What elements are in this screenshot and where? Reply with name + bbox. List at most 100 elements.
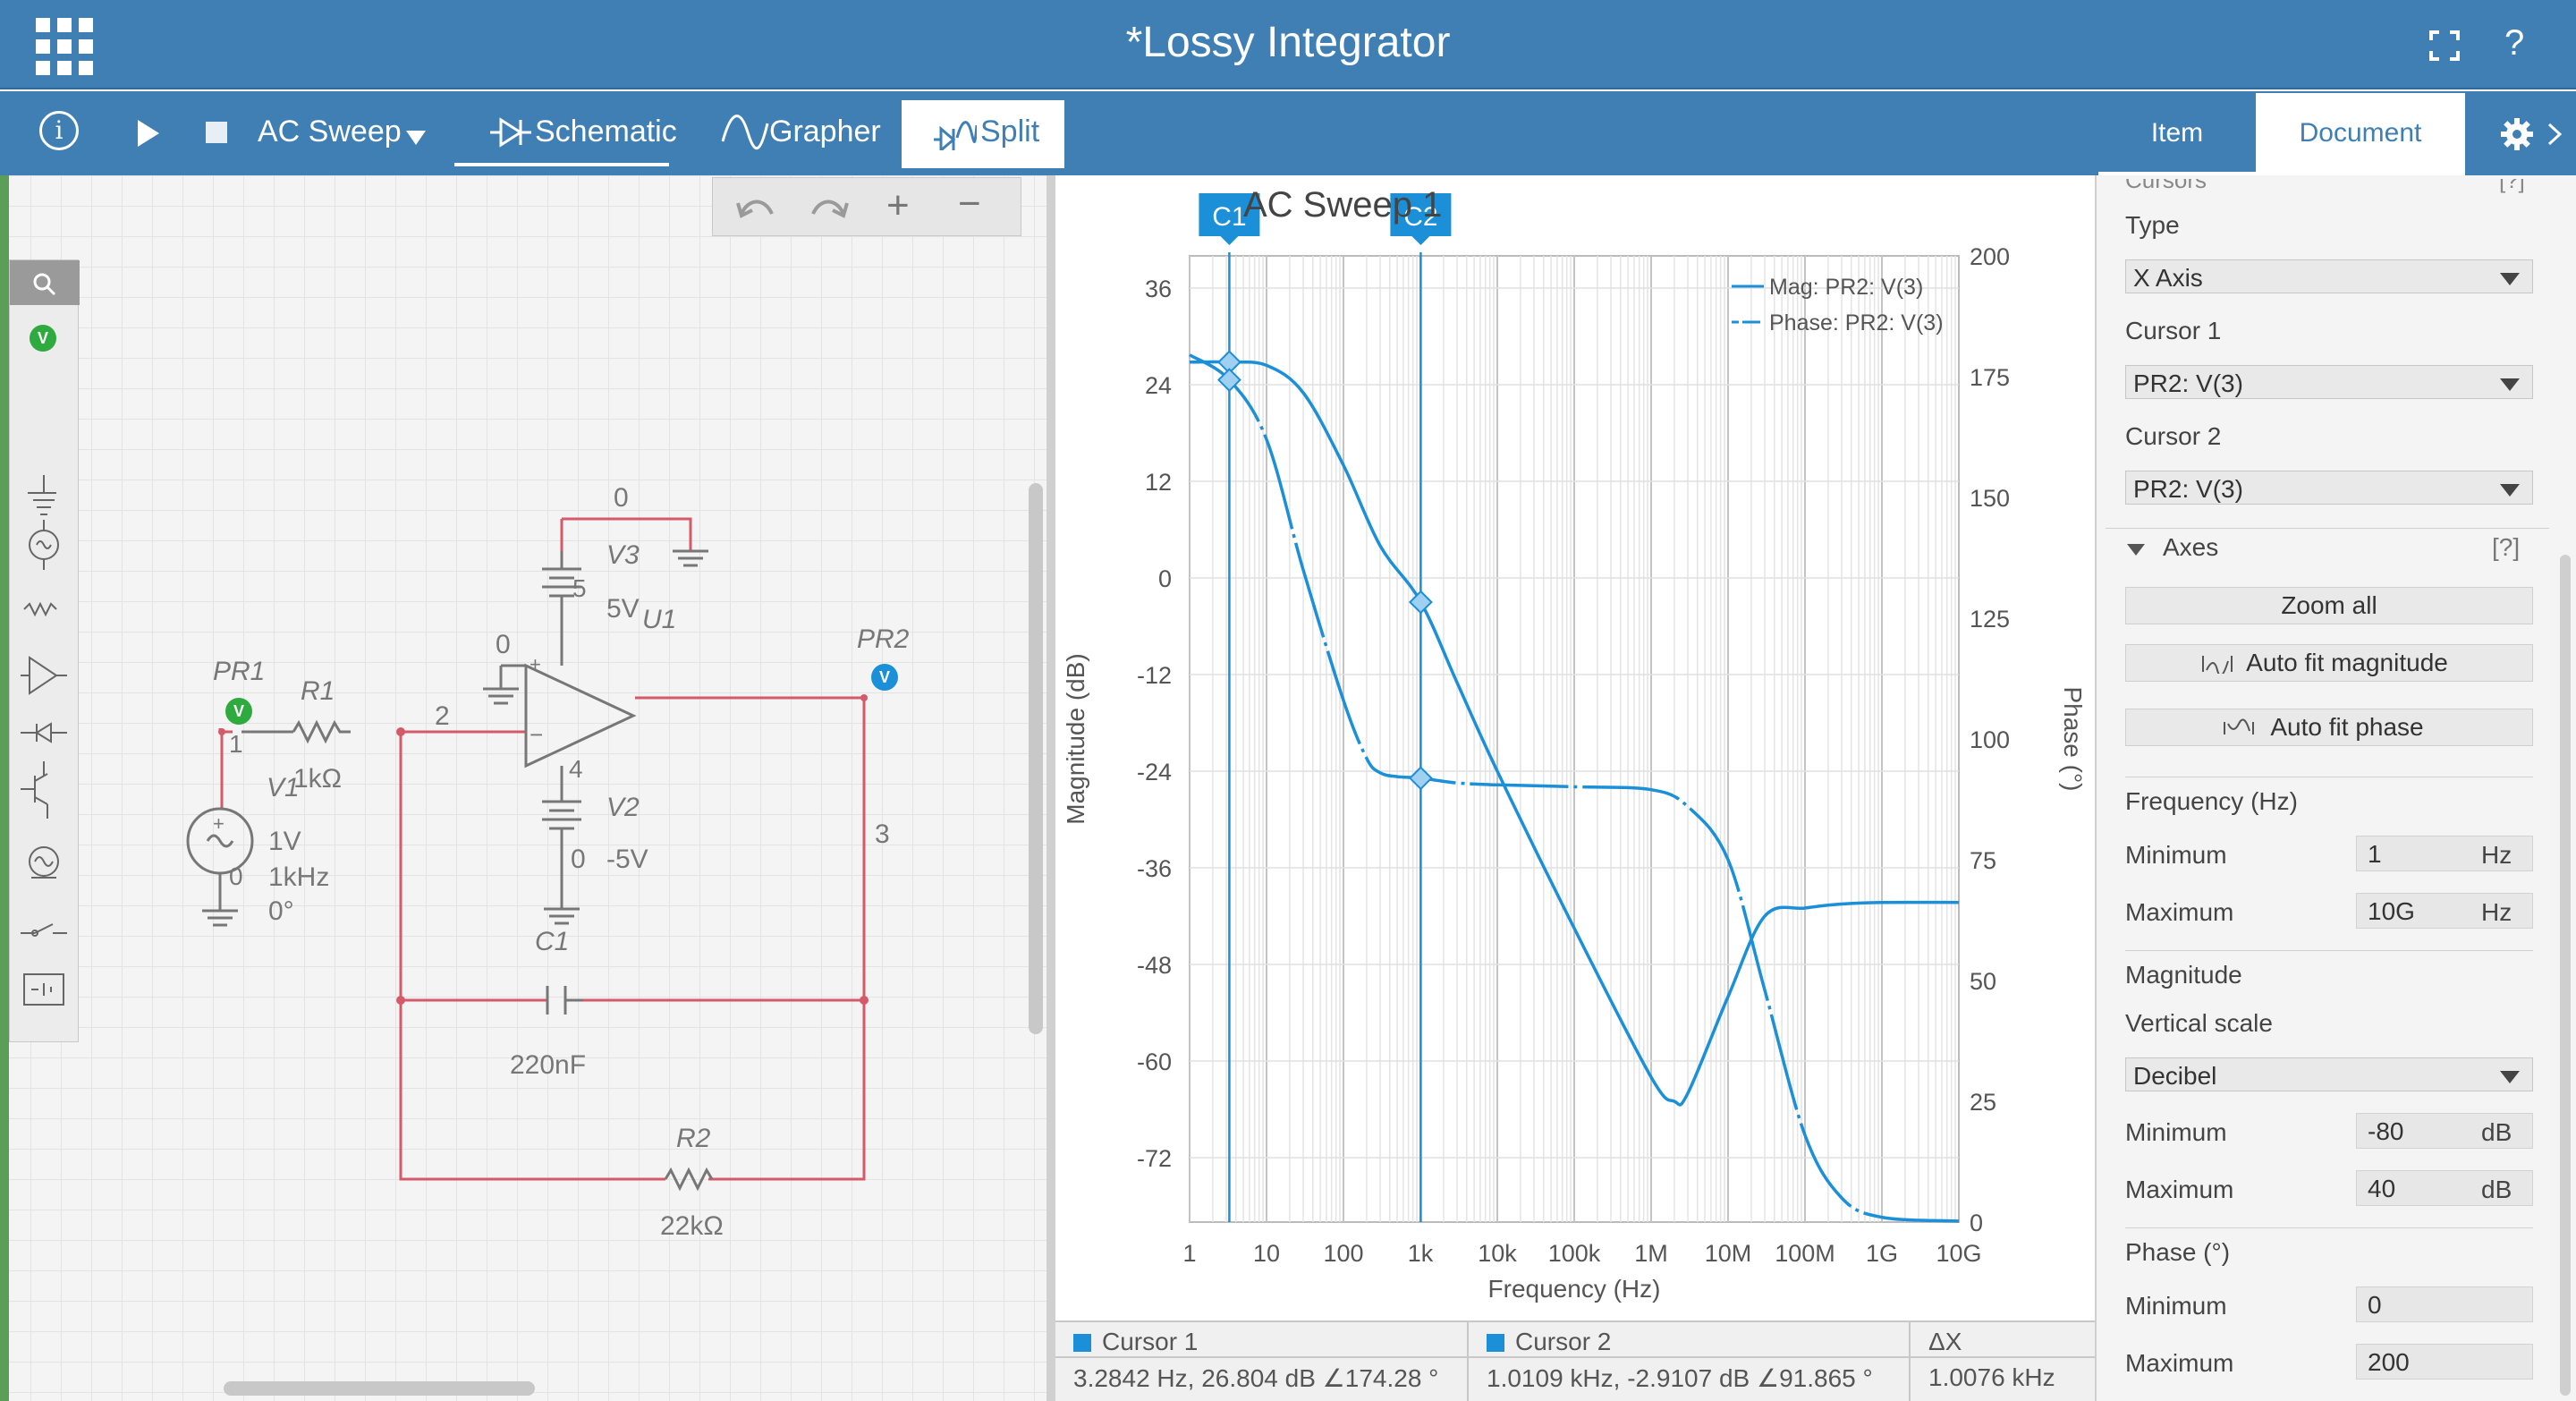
y-tick-label: -60 — [1137, 1049, 1172, 1075]
y-tick-label: -48 — [1137, 952, 1172, 979]
probe-pr1-marker[interactable]: V — [225, 698, 252, 725]
auto-fit-phase-icon — [2224, 718, 2254, 734]
legend-label: Mag: PR2: V(3) — [1769, 275, 1923, 300]
tab-document[interactable]: Document — [2256, 93, 2465, 175]
analysis-type-dropdown[interactable]: AC Sweep — [258, 115, 402, 149]
divider — [2125, 950, 2533, 951]
tab-item-label: Item — [2150, 118, 2204, 148]
play-icon[interactable] — [138, 120, 159, 147]
probe-pr2-marker[interactable]: V — [871, 664, 898, 691]
chevron-down-icon — [2500, 1071, 2520, 1083]
cursor1-select[interactable]: PR2: V(3) — [2125, 365, 2533, 399]
schematic-canvas[interactable] — [0, 175, 1046, 1401]
axes-help-link[interactable]: [?] — [2492, 533, 2520, 562]
phase-minimum-label: Minimum — [2125, 1292, 2227, 1320]
cursor1-header-label: Cursor 1 — [1102, 1328, 1199, 1355]
y-tick-label: 12 — [1145, 469, 1172, 496]
x-tick-label: 1k — [1408, 1240, 1434, 1267]
axes-section-header[interactable]: Axes — [2163, 533, 2218, 562]
edit-toolbar: + − — [712, 177, 1021, 236]
y-tick-label: -24 — [1137, 759, 1172, 785]
cursor2-select[interactable]: PR2: V(3) — [2125, 471, 2533, 505]
voltage-probe-tool-icon[interactable]: V — [30, 325, 56, 352]
stop-icon[interactable] — [206, 122, 227, 143]
zoom-all-button[interactable]: Zoom all — [2125, 587, 2533, 624]
chevron-right-icon[interactable] — [2546, 122, 2563, 147]
inspector-scrollbar[interactable] — [2560, 555, 2571, 1396]
y2-axis-label: Phase (°) — [2059, 686, 2087, 791]
split-divider[interactable] — [1046, 175, 1055, 1401]
zoom-in-button[interactable]: + — [886, 183, 910, 228]
delta-x-value: 1.0076 kHz — [1928, 1363, 2055, 1391]
magnitude-minimum-value: -80 — [2368, 1117, 2404, 1145]
cursor1-value: 3.2842 Hz, 26.804 dB ∠174.28 ° — [1073, 1364, 1439, 1392]
x-tick-label: 10M — [1705, 1240, 1752, 1267]
y-axis-label: Magnitude (dB) — [1062, 653, 1089, 824]
schematic-vertical-scrollbar[interactable] — [1029, 483, 1043, 1034]
chevron-down-icon — [2500, 484, 2520, 497]
grapher-tab-icon — [721, 115, 769, 150]
chart-title: AC Sweep 1 — [1243, 185, 1442, 225]
y2-tick-label: 25 — [1970, 1089, 1996, 1116]
x-tick-label: 100M — [1775, 1240, 1835, 1267]
undo-icon[interactable] — [736, 194, 777, 221]
delta-x-header: ΔX — [1928, 1328, 1962, 1355]
magnitude-maximum-label: Maximum — [2125, 1176, 2234, 1203]
cursor2-label: Cursor 2 — [2125, 422, 2222, 450]
vertical-scale-select[interactable]: Decibel — [2125, 1057, 2533, 1091]
auto-fit-phase-button[interactable]: Auto fit phase — [2125, 709, 2533, 746]
phase-section-label: Phase (°) — [2125, 1238, 2231, 1266]
y2-tick-label: 0 — [1970, 1210, 1983, 1236]
cursor1-header: Cursor 1 — [1073, 1328, 1198, 1356]
vertical-scale-label: Vertical scale — [2125, 1009, 2273, 1037]
y2-tick-label: 200 — [1970, 243, 2010, 270]
y2-tick-label: 50 — [1970, 968, 1996, 995]
frequency-maximum-label: Maximum — [2125, 898, 2234, 926]
title-bar: *Lossy Integrator ? — [0, 0, 2576, 89]
cursor2-header-label: Cursor 2 — [1515, 1328, 1612, 1355]
collapse-caret-icon[interactable] — [2127, 544, 2145, 556]
phase-maximum-input[interactable]: 200 — [2356, 1344, 2533, 1380]
type-select[interactable]: X Axis — [2125, 259, 2533, 293]
x-tick-label: 100 — [1323, 1240, 1363, 1267]
legend-label: Phase: PR2: V(3) — [1769, 310, 1944, 335]
tab-split[interactable]: Split — [902, 100, 1064, 168]
vertical-scale-value: Decibel — [2133, 1062, 2217, 1090]
schematic-horizontal-scrollbar[interactable] — [224, 1381, 535, 1396]
tab-item[interactable]: Item — [2098, 93, 2256, 175]
magnitude-maximum-value: 40 — [2368, 1175, 2396, 1202]
gear-icon[interactable] — [2499, 116, 2535, 152]
ac-sweep-chart[interactable]: C1 C2 1 10 100 1k 10k 100k 1M 10M 100M 1G 10G362412… — [1055, 175, 2095, 1320]
plot-pane: C1 C2 1 10 100 1k 10k 100k 1M 10M 100M 1G 10G 36 24 12… — [1055, 175, 2095, 1401]
schematic-tab-icon — [490, 117, 531, 148]
help-button[interactable]: ? — [2504, 23, 2524, 64]
table-divider — [1909, 1322, 1911, 1401]
info-icon[interactable]: i — [39, 111, 79, 150]
y-tick-label: -12 — [1137, 662, 1172, 689]
x-tick-label: 10 — [1253, 1240, 1280, 1267]
fullscreen-icon[interactable] — [2429, 30, 2460, 61]
cursor2-swatch — [1487, 1334, 1504, 1352]
auto-fit-magnitude-button[interactable]: Auto fit magnitude — [2125, 644, 2533, 682]
redo-icon[interactable] — [808, 194, 849, 221]
zoom-out-button[interactable]: − — [958, 182, 981, 226]
x-tick-label: 100k — [1548, 1240, 1601, 1267]
phase-minimum-value: 0 — [2368, 1291, 2382, 1319]
chevron-down-icon[interactable] — [406, 131, 426, 145]
tab-schematic[interactable]: Schematic — [535, 115, 677, 149]
cursor-flag-label: C1 — [1212, 202, 1246, 232]
phase-minimum-input[interactable]: 0 — [2356, 1286, 2533, 1322]
tab-grapher[interactable]: Grapher — [769, 115, 881, 149]
type-select-value: X Axis — [2133, 264, 2203, 292]
tab-split-label: Split — [980, 115, 1040, 149]
divider — [2125, 1227, 2533, 1228]
magnitude-minimum-unit: dB — [2481, 1118, 2512, 1146]
y-tick-label: 36 — [1145, 276, 1172, 302]
cursor1-swatch — [1073, 1334, 1091, 1352]
tab-schematic-underline — [454, 163, 669, 166]
y-tick-label: -36 — [1137, 855, 1172, 882]
app-window: *Lossy Integrator ? i AC Sweep Schematic… — [0, 0, 2576, 1401]
y2-tick-label: 75 — [1970, 847, 1996, 874]
y-tick-label: 24 — [1145, 372, 1172, 399]
chevron-down-icon — [2500, 273, 2520, 285]
